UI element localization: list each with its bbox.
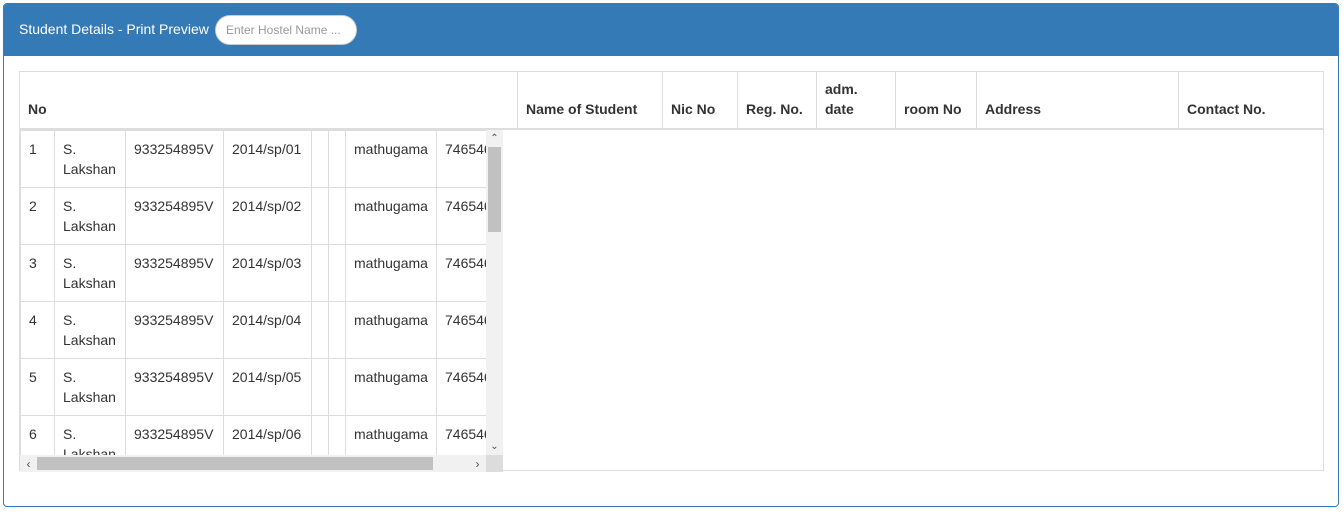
column-header-reg: Reg. No. [737, 72, 816, 128]
cell-name: S. Lakshan [54, 187, 126, 245]
cell-address: mathugama [345, 244, 437, 302]
cell-name: S. Lakshan [54, 244, 126, 302]
column-header-nic: Nic No [662, 72, 737, 128]
hostel-name-input[interactable] [215, 15, 357, 45]
cell-reg: 2014/sp/04 [223, 301, 312, 359]
cell-address: mathugama [345, 358, 437, 416]
cell-no: 3 [20, 244, 55, 302]
cell-name: S. Lakshan [54, 358, 126, 416]
table-row: 5 S. Lakshan 933254895V 2014/sp/05 mathugama… [20, 358, 501, 416]
horizontal-scrollbar[interactable]: ‹ › [20, 455, 486, 472]
cell-room [328, 358, 346, 416]
vertical-scroll-thumb[interactable] [488, 147, 501, 232]
cell-name: S. Lakshan [54, 130, 126, 188]
table-body-scroll-area[interactable]: 1 S. Lakshan 933254895V 2014/sp/01 mathugama… [20, 130, 503, 470]
cell-reg: 2014/sp/01 [223, 130, 312, 188]
cell-name: S. Lakshan [54, 301, 126, 359]
cell-adm-date [311, 358, 329, 416]
column-header-adm-date: adm. date [816, 72, 895, 128]
cell-adm-date [311, 244, 329, 302]
scroll-right-icon[interactable]: › [469, 455, 486, 472]
cell-nic: 933254895V [125, 187, 224, 245]
table-row: 2 S. Lakshan 933254895V 2014/sp/02 mathugama… [20, 187, 501, 245]
cell-address: mathugama [345, 130, 437, 188]
scroll-down-icon[interactable]: ⌄ [486, 438, 503, 455]
panel-heading: Student Details - Print Preview [4, 4, 1338, 56]
table-row: 4 S. Lakshan 933254895V 2014/sp/04 mathugama… [20, 301, 501, 359]
table-header-row: No Name of Student Nic No Reg. No. adm. … [20, 72, 1323, 130]
cell-adm-date [311, 301, 329, 359]
cell-nic: 933254895V [125, 301, 224, 359]
column-header-name: Name of Student [517, 72, 662, 128]
cell-room [328, 244, 346, 302]
table-row: 3 S. Lakshan 933254895V 2014/sp/03 mathugama… [20, 244, 501, 302]
column-header-room: room No [895, 72, 976, 128]
column-header-no: No [28, 101, 47, 117]
scrollbar-corner [486, 455, 503, 472]
scroll-left-icon[interactable]: ‹ [20, 455, 37, 472]
scroll-up-icon[interactable]: ⌃ [486, 130, 503, 147]
cell-no: 5 [20, 358, 55, 416]
page-title: Student Details - Print Preview [19, 21, 209, 37]
cell-no: 1 [20, 130, 55, 188]
cell-room [328, 130, 346, 188]
cell-nic: 933254895V [125, 358, 224, 416]
cell-nic: 933254895V [125, 244, 224, 302]
cell-reg: 2014/sp/02 [223, 187, 312, 245]
column-header-contact: Contact No. [1178, 72, 1323, 128]
horizontal-scroll-thumb[interactable] [37, 457, 433, 470]
cell-address: mathugama [345, 187, 437, 245]
cell-address: mathugama [345, 301, 437, 359]
cell-nic: 933254895V [125, 130, 224, 188]
cell-no: 4 [20, 301, 55, 359]
column-header-address: Address [976, 72, 1178, 128]
cell-reg: 2014/sp/03 [223, 244, 312, 302]
cell-no: 2 [20, 187, 55, 245]
table-body: 1 S. Lakshan 933254895V 2014/sp/01 mathugama… [20, 130, 501, 470]
cell-reg: 2014/sp/05 [223, 358, 312, 416]
student-details-panel: Student Details - Print Preview No Name … [3, 3, 1339, 507]
cell-adm-date [311, 187, 329, 245]
table-row: 1 S. Lakshan 933254895V 2014/sp/01 mathugama… [20, 130, 501, 188]
cell-room [328, 301, 346, 359]
student-table: No Name of Student Nic No Reg. No. adm. … [19, 71, 1324, 472]
cell-room [328, 187, 346, 245]
vertical-scrollbar[interactable]: ⌃ ⌄ [486, 130, 503, 455]
cell-adm-date [311, 130, 329, 188]
